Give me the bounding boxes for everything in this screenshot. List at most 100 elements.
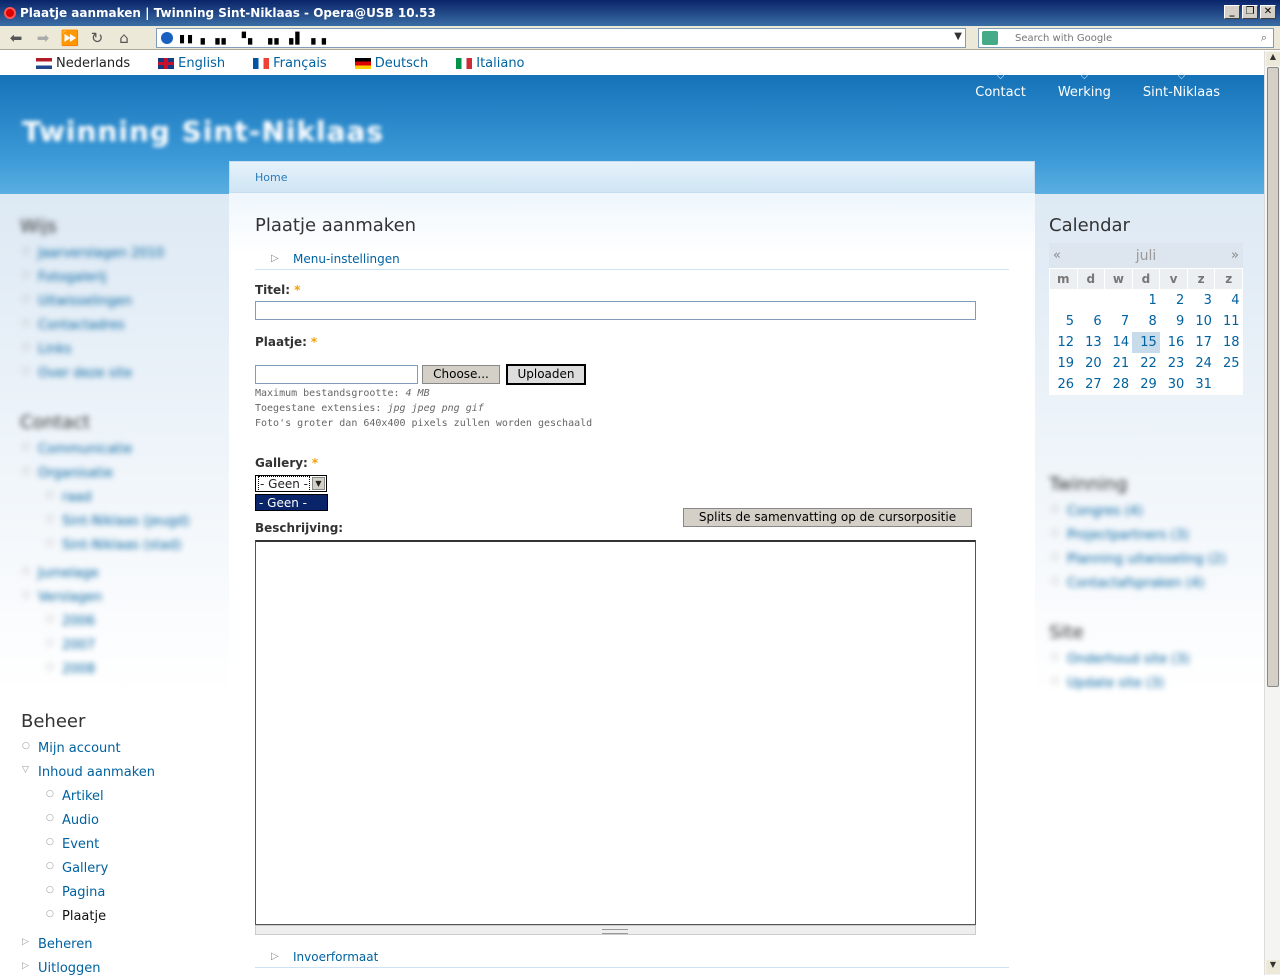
- lang-nl[interactable]: Nederlands: [36, 56, 130, 71]
- search-bar[interactable]: ⌕: [978, 28, 1274, 48]
- calendar-day[interactable]: 8: [1132, 311, 1160, 332]
- calendar-day[interactable]: 2: [1160, 290, 1188, 311]
- menu-pagina[interactable]: Pagina: [46, 885, 105, 900]
- menu-item[interactable]: Projectpartners (3): [1051, 528, 1189, 543]
- minimize-button[interactable]: _: [1224, 5, 1240, 19]
- lang-fr[interactable]: Français: [253, 56, 327, 71]
- menu-uitloggen[interactable]: Uitloggen: [22, 961, 100, 975]
- calendar-day[interactable]: 29: [1132, 374, 1160, 395]
- calendar-day[interactable]: 23: [1160, 353, 1188, 374]
- calendar-day[interactable]: 19: [1050, 353, 1078, 374]
- calendar-day[interactable]: 26: [1050, 374, 1078, 395]
- forward-icon[interactable]: ➡: [32, 28, 54, 48]
- calendar-day[interactable]: 21: [1105, 353, 1133, 374]
- calendar-day[interactable]: 3: [1187, 290, 1215, 311]
- chevron-down-icon[interactable]: ▼: [312, 477, 325, 490]
- search-input[interactable]: [1015, 31, 1245, 45]
- calendar-day[interactable]: 28: [1105, 374, 1133, 395]
- calendar-day[interactable]: 5: [1050, 311, 1078, 332]
- calendar-day[interactable]: 20: [1077, 353, 1105, 374]
- upload-button[interactable]: Uploaden: [506, 364, 586, 385]
- nav-contact[interactable]: Contact: [975, 83, 1026, 100]
- menu-settings-fieldset[interactable]: ▷ Menu-instellingen: [255, 250, 1009, 270]
- lang-de[interactable]: Deutsch: [354, 56, 428, 71]
- restore-button[interactable]: ❐: [1242, 5, 1258, 19]
- reload-icon[interactable]: ↻: [86, 28, 108, 48]
- calendar-day[interactable]: 27: [1077, 374, 1105, 395]
- menu-event[interactable]: Event: [46, 837, 99, 852]
- google-icon[interactable]: [982, 31, 998, 45]
- calendar-day[interactable]: 25: [1215, 353, 1243, 374]
- menu-item[interactable]: raad: [46, 490, 91, 505]
- address-bar[interactable]: ▮▮ ▖▗▖ ▝▖ ▗▖▗▌ ▖▖ ▼: [156, 28, 966, 48]
- calendar-day[interactable]: 15: [1132, 331, 1160, 353]
- input-format-link[interactable]: Invoerformaat: [291, 950, 381, 964]
- calendar-day[interactable]: 14: [1105, 332, 1133, 353]
- menu-item[interactable]: Planning uitwisseling (2): [1051, 552, 1226, 567]
- calendar-day[interactable]: 11: [1215, 311, 1243, 332]
- calendar-day[interactable]: 30: [1160, 374, 1188, 395]
- lang-en[interactable]: English: [158, 56, 225, 71]
- calendar-day[interactable]: 22: [1132, 353, 1160, 374]
- menu-item[interactable]: 2008: [46, 662, 95, 677]
- menu-settings-link[interactable]: Menu-instellingen: [291, 252, 402, 266]
- site-title[interactable]: Twinning Sint-Niklaas: [22, 115, 384, 148]
- menu-mijn-account[interactable]: Mijn account: [22, 741, 121, 756]
- calendar-day[interactable]: 24: [1187, 353, 1215, 374]
- textarea-resize-grip[interactable]: [255, 925, 976, 935]
- calendar-day[interactable]: 18: [1215, 332, 1243, 353]
- menu-item[interactable]: Verslagen: [22, 590, 102, 605]
- menu-plaatje[interactable]: Plaatje: [46, 909, 106, 924]
- calendar-day[interactable]: 31: [1187, 374, 1215, 395]
- menu-gallery[interactable]: Gallery: [46, 861, 108, 876]
- menu-item[interactable]: Onderhoud site (3): [1051, 652, 1190, 667]
- menu-inhoud-aanmaken[interactable]: Inhoud aanmaken: [22, 765, 155, 780]
- page-scrollbar[interactable]: ▲ ▼: [1264, 51, 1280, 975]
- lang-it[interactable]: Italiano: [456, 56, 525, 71]
- file-path-input[interactable]: [255, 365, 418, 384]
- menu-item[interactable]: 2007: [46, 638, 95, 653]
- menu-item[interactable]: Uitwisselingen: [22, 294, 132, 309]
- menu-item[interactable]: Congres (4): [1051, 504, 1143, 519]
- menu-item[interactable]: Sint-Niklaas (stad): [46, 538, 181, 553]
- menu-item[interactable]: Over deze site: [22, 366, 132, 381]
- split-summary-button[interactable]: Splits de samenvatting op de cursorposit…: [683, 508, 972, 527]
- scroll-down-icon[interactable]: ▼: [1266, 960, 1280, 974]
- menu-item[interactable]: Sint-Niklaas (jeugd): [46, 514, 190, 529]
- calendar-day[interactable]: 7: [1105, 311, 1133, 332]
- input-format-fieldset[interactable]: ▷ Invoerformaat: [255, 948, 1009, 968]
- body-textarea[interactable]: [255, 540, 976, 925]
- back-icon[interactable]: ⬅: [5, 28, 27, 48]
- calendar-day[interactable]: 13: [1077, 332, 1105, 353]
- calendar-day[interactable]: 4: [1215, 290, 1243, 311]
- nav-sint-niklaas[interactable]: Sint-Niklaas: [1143, 83, 1220, 100]
- home-icon[interactable]: ⌂: [113, 28, 135, 48]
- scroll-up-icon[interactable]: ▲: [1266, 52, 1280, 66]
- gallery-option-geen[interactable]: - Geen -: [255, 494, 328, 511]
- menu-beheren[interactable]: Beheren: [22, 937, 93, 952]
- calendar-day[interactable]: 9: [1160, 311, 1188, 332]
- menu-item[interactable]: Communicatie: [22, 442, 132, 457]
- fast-forward-icon[interactable]: ⏩: [59, 28, 81, 48]
- menu-artikel[interactable]: Artikel: [46, 789, 103, 804]
- menu-item[interactable]: Jaarverslagen 2010: [22, 246, 164, 261]
- breadcrumb-home[interactable]: Home: [255, 171, 287, 184]
- menu-item[interactable]: Jumelage: [22, 566, 98, 581]
- nav-werking[interactable]: Werking: [1058, 83, 1111, 100]
- calendar-day[interactable]: 12: [1050, 332, 1078, 353]
- menu-item[interactable]: Organisatie: [22, 466, 113, 481]
- prev-month-link[interactable]: «: [1053, 248, 1061, 263]
- calendar-day[interactable]: 1: [1132, 290, 1160, 311]
- menu-item[interactable]: Update site (3): [1051, 676, 1164, 691]
- calendar-day[interactable]: 10: [1187, 311, 1215, 332]
- menu-item[interactable]: Links: [22, 342, 72, 357]
- title-input[interactable]: [255, 301, 976, 320]
- next-month-link[interactable]: »: [1231, 248, 1239, 263]
- chevron-down-icon[interactable]: ▼: [954, 31, 962, 42]
- choose-file-button[interactable]: Choose...: [422, 365, 500, 384]
- scrollbar-thumb[interactable]: [1267, 67, 1279, 687]
- calendar-day[interactable]: 17: [1187, 332, 1215, 353]
- menu-item[interactable]: 2006: [46, 614, 95, 629]
- menu-item[interactable]: Fotogalerij: [22, 270, 107, 285]
- menu-item[interactable]: Contactadres: [22, 318, 125, 333]
